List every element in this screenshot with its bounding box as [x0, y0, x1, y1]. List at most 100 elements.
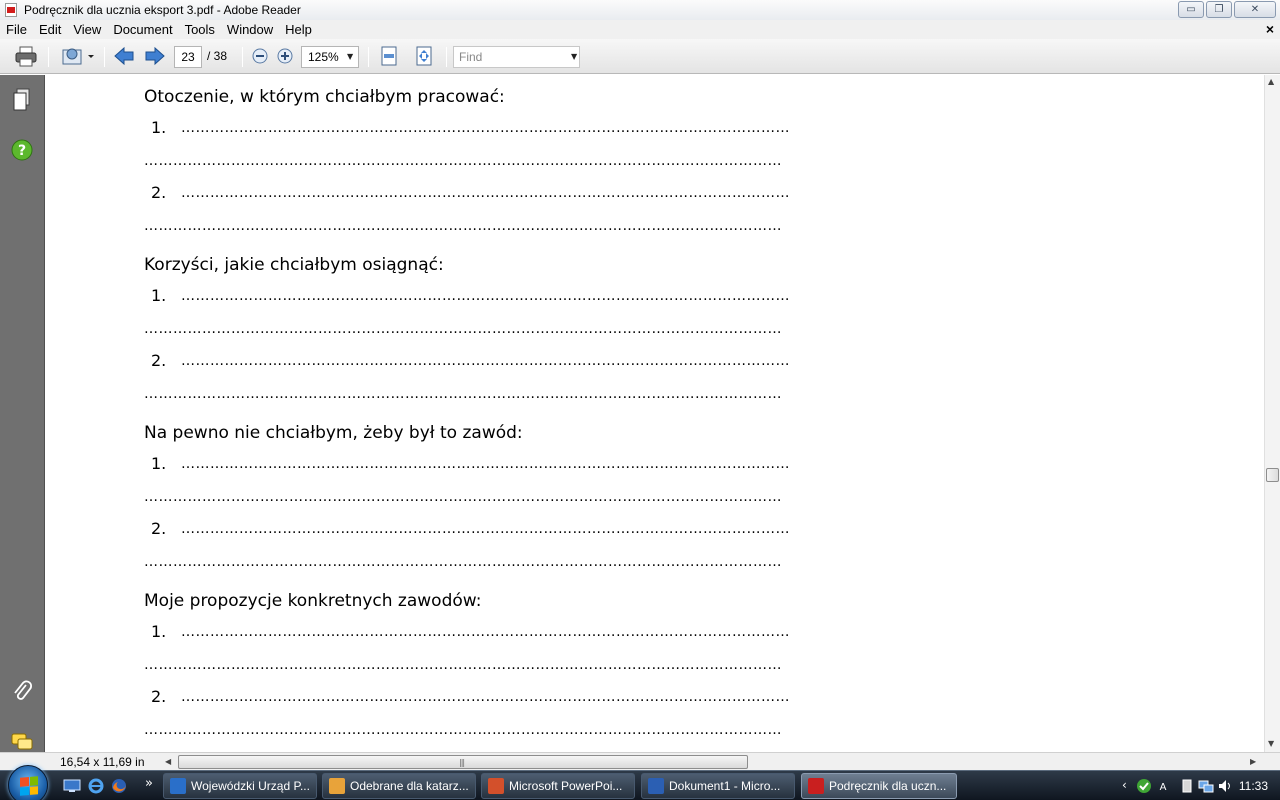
taskbar-item-ie[interactable]: Wojewódzki Urząd P...: [163, 773, 317, 799]
answer-line: ……………………………………………………………………………………………………………: [144, 153, 782, 169]
network-icon[interactable]: [1198, 778, 1214, 794]
scroll-up-icon[interactable]: ▲: [1268, 77, 1274, 86]
start-button[interactable]: [8, 765, 48, 800]
scroll-left-icon[interactable]: ◀: [165, 757, 171, 766]
taskbar-item-label: Wojewódzki Urząd P...: [191, 779, 310, 793]
close-button[interactable]: ✕: [1234, 1, 1276, 18]
page-number-input[interactable]: 23: [174, 46, 202, 68]
security-shield-icon[interactable]: [1136, 778, 1152, 794]
internet-explorer-icon[interactable]: [87, 778, 105, 794]
answer-line: ……………………………………………………………………………………………………………: [144, 722, 782, 738]
answer-line: ……………………………………………………………………………………………………………: [181, 120, 790, 136]
answer-line: ……………………………………………………………………………………………………………: [144, 489, 782, 505]
answer-line: ……………………………………………………………………………………………………………: [181, 456, 790, 472]
answer-line: ……………………………………………………………………………………………………………: [144, 657, 782, 673]
answer-line: ……………………………………………………………………………………………………………: [181, 185, 790, 201]
volume-icon[interactable]: [1218, 778, 1232, 794]
pages-icon[interactable]: [9, 87, 35, 113]
list-number: 2.: [151, 687, 167, 706]
show-desktop-icon[interactable]: [63, 778, 81, 794]
tray-expand-icon[interactable]: ‹: [1122, 778, 1127, 792]
firefox-icon[interactable]: [110, 778, 128, 794]
menu-window[interactable]: Window: [221, 22, 279, 37]
attachments-icon[interactable]: [9, 679, 35, 705]
email-share-icon[interactable]: [58, 43, 96, 69]
list-number: 1.: [151, 118, 167, 137]
menu-help[interactable]: Help: [279, 22, 318, 37]
vertical-scrollbar[interactable]: ▲ ▼: [1264, 75, 1280, 752]
find-input[interactable]: Find: [453, 46, 580, 68]
ie-window-icon: [170, 778, 186, 794]
taskbar-item-label: Odebrane dla katarz...: [350, 779, 469, 793]
answer-line: ……………………………………………………………………………………………………………: [144, 218, 782, 234]
restore-button[interactable]: ❐: [1206, 1, 1232, 18]
fit-width-icon[interactable]: [411, 43, 437, 69]
horizontal-scroll-thumb[interactable]: |||: [178, 755, 748, 769]
list-number: 1.: [151, 454, 167, 473]
scroll-down-icon[interactable]: ▼: [1268, 739, 1274, 748]
navigation-panel: ?: [0, 75, 45, 752]
zoom-out-icon[interactable]: [247, 43, 273, 69]
list-number: 2.: [151, 351, 167, 370]
language-icon[interactable]: A: [1156, 778, 1170, 794]
next-page-icon[interactable]: [142, 43, 168, 69]
svg-text:A: A: [1160, 782, 1167, 793]
taskbar-item-adobe-reader[interactable]: Podręcznik dla uczn...: [801, 773, 957, 799]
zoom-in-icon[interactable]: [272, 43, 298, 69]
answer-line: ……………………………………………………………………………………………………………: [181, 353, 790, 369]
answer-line: ……………………………………………………………………………………………………………: [144, 554, 782, 570]
print-icon[interactable]: [13, 43, 39, 69]
help-icon[interactable]: ?: [9, 137, 35, 163]
section-heading: Na pewno nie chciałbym, żeby był to zawó…: [144, 423, 523, 443]
fit-page-icon[interactable]: [376, 43, 402, 69]
find-dropdown-icon[interactable]: ▼: [571, 52, 577, 61]
taskbar-item-powerpoint[interactable]: Microsoft PowerPoi...: [481, 773, 635, 799]
menu-document[interactable]: Document: [107, 22, 178, 37]
answer-line: ……………………………………………………………………………………………………………: [181, 624, 790, 640]
answer-line: ……………………………………………………………………………………………………………: [181, 288, 790, 304]
powerpoint-icon: [488, 778, 504, 794]
quicklaunch-more[interactable]: »: [145, 776, 153, 791]
status-bar: 16,54 x 11,69 in ◀ ||| ▶: [0, 752, 1280, 770]
answer-line: ……………………………………………………………………………………………………………: [181, 689, 790, 705]
taskbar-item-label: Dokument1 - Micro...: [669, 779, 781, 793]
system-tray: ‹ A 11:33: [1118, 771, 1280, 800]
taskbar-item-label: Microsoft PowerPoi...: [509, 779, 623, 793]
scroll-right-icon[interactable]: ▶: [1250, 757, 1256, 766]
title-bar: Podręcznik dla ucznia eksport 3.pdf - Ad…: [0, 0, 1280, 20]
menu-bar: File Edit View Document Tools Window Hel…: [0, 20, 1280, 39]
menu-view[interactable]: View: [67, 22, 107, 37]
answer-line: ……………………………………………………………………………………………………………: [144, 321, 782, 337]
list-number: 2.: [151, 519, 167, 538]
close-document-icon[interactable]: ×: [1266, 21, 1274, 37]
section-heading: Korzyści, jakie chciałbym osiągnąć:: [144, 255, 444, 275]
list-number: 1.: [151, 622, 167, 641]
safely-remove-icon[interactable]: [1180, 778, 1194, 794]
zoom-dropdown-icon[interactable]: ▼: [347, 52, 353, 61]
list-number: 1.: [151, 286, 167, 305]
page-size-label: 16,54 x 11,69 in: [60, 755, 145, 769]
taskbar-item-label: Podręcznik dla uczn...: [829, 779, 947, 793]
section-heading: Otoczenie, w którym chciałbym pracować:: [144, 87, 505, 107]
taskbar: » Wojewódzki Urząd P... Odebrane dla kat…: [0, 765, 1280, 800]
adobe-reader-icon: [808, 778, 824, 794]
svg-text:?: ?: [18, 143, 26, 159]
taskbar-item-mail[interactable]: Odebrane dla katarz...: [322, 773, 476, 799]
vertical-scroll-thumb[interactable]: [1266, 468, 1279, 482]
section-heading: Moje propozycje konkretnych zawodów:: [144, 591, 482, 611]
pdf-app-icon: [4, 2, 18, 18]
menu-edit[interactable]: Edit: [33, 22, 67, 37]
window-title: Podręcznik dla ucznia eksport 3.pdf - Ad…: [24, 3, 301, 17]
answer-line: ……………………………………………………………………………………………………………: [181, 521, 790, 537]
menu-file[interactable]: File: [0, 22, 33, 37]
word-icon: [648, 778, 664, 794]
minimize-button[interactable]: ▭: [1178, 1, 1204, 18]
mail-window-icon: [329, 778, 345, 794]
page-total: / 38: [207, 49, 228, 63]
clock[interactable]: 11:33: [1239, 779, 1268, 793]
menu-tools[interactable]: Tools: [179, 22, 221, 37]
previous-page-icon[interactable]: [111, 43, 137, 69]
list-number: 2.: [151, 183, 167, 202]
taskbar-item-word[interactable]: Dokument1 - Micro...: [641, 773, 795, 799]
document-page: Otoczenie, w którym chciałbym pracować: …: [46, 75, 1264, 752]
